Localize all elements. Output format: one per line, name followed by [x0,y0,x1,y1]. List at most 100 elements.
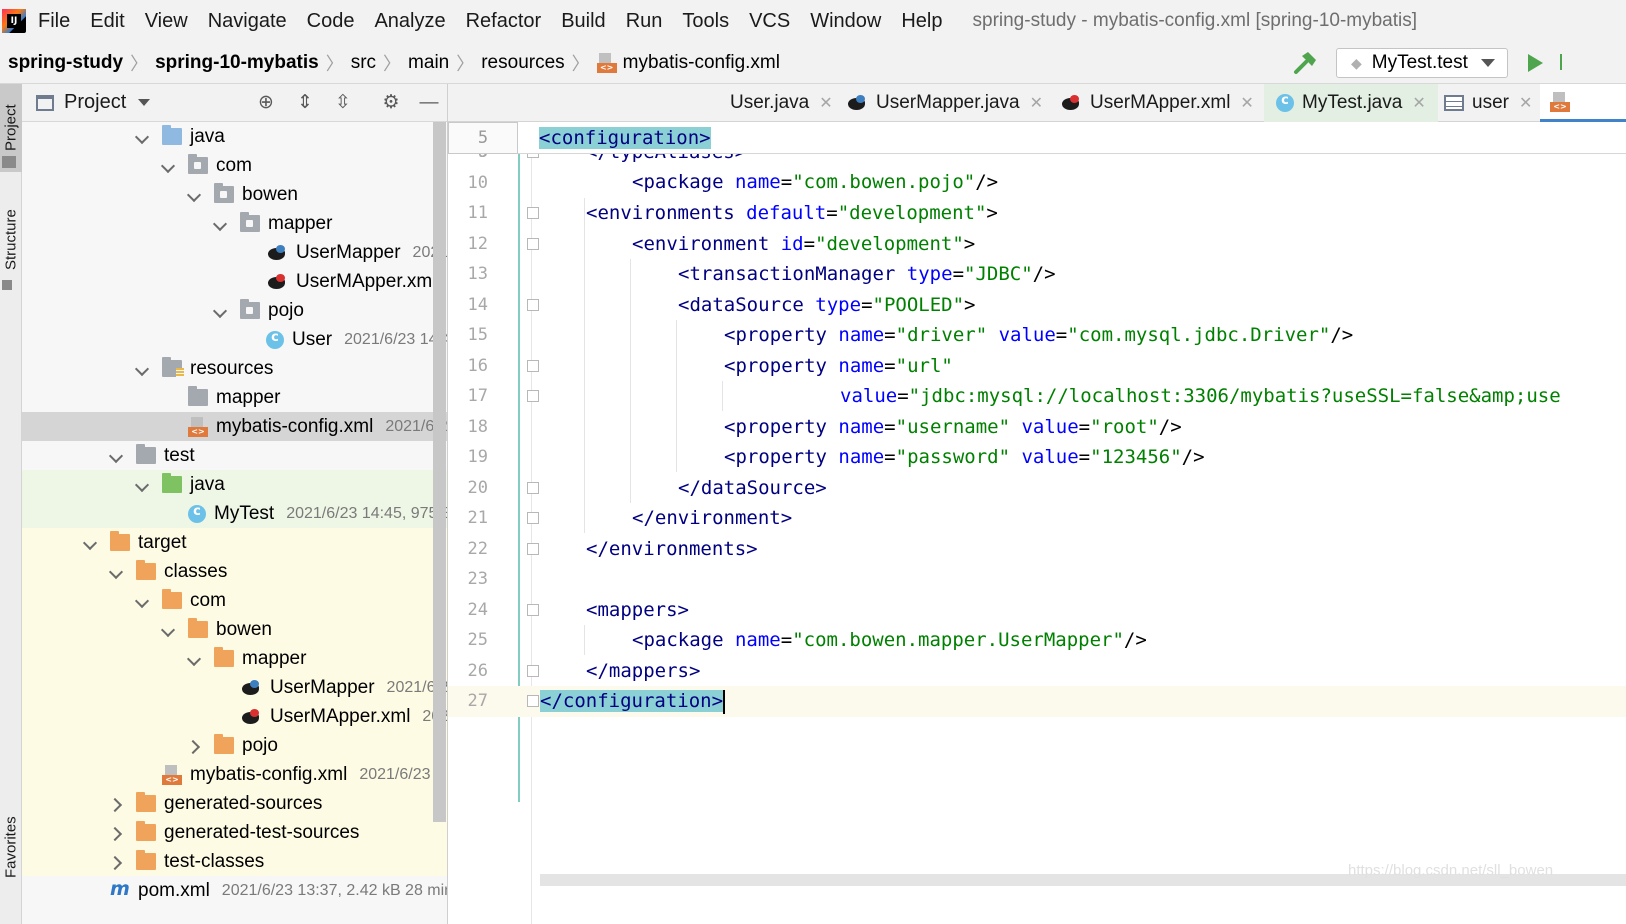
locate-target-icon[interactable]: ⊕ [256,93,276,113]
menu-help[interactable]: Help [901,10,942,33]
breadcrumb-item-module[interactable]: spring-10-mybatis [155,52,319,74]
tab-user-table[interactable]: user ✕ [1444,84,1532,122]
tree-node-classes-com[interactable]: com [22,586,447,615]
menu-edit[interactable]: Edit [90,10,124,33]
menu-code[interactable]: Code [307,10,355,33]
breadcrumb-item-file[interactable]: mybatis-config.xml [623,52,780,74]
tree-node-classes-pojo[interactable]: pojo [22,731,447,760]
chevron-right-icon[interactable] [110,797,124,811]
chevron-right-icon[interactable] [110,855,124,869]
chevron-down-icon[interactable] [136,478,150,492]
menu-refactor[interactable]: Refactor [466,10,542,33]
fold-marker-icon[interactable] [527,603,539,616]
menu-view[interactable]: View [145,10,188,33]
fold-marker-icon[interactable] [527,207,539,219]
code-line[interactable]: 25 <package name="com.bowen.mapper.UserMa… [448,625,1626,656]
tree-node-test[interactable]: test [22,441,447,470]
chevron-down-icon[interactable] [84,536,98,550]
menu-file[interactable]: File [38,10,70,33]
fold-marker-icon[interactable] [527,664,539,677]
menu-tools[interactable]: Tools [682,10,729,33]
menu-navigate[interactable]: Navigate [208,10,287,33]
code-line[interactable]: 16 <property name="url" [448,351,1626,382]
chevron-down-icon[interactable] [136,130,150,144]
code-line[interactable]: 24 <mappers> [448,595,1626,626]
code-line[interactable]: 18 <property name="username" value="root"… [448,412,1626,443]
sticky-breadcrumb-header[interactable]: 5 <configuration> [448,122,1626,154]
close-icon[interactable]: ✕ [1030,93,1043,113]
code-line[interactable]: 12 <environment id="development"> [448,229,1626,260]
code-line[interactable]: 15 <property name="driver" value="com.mys… [448,320,1626,351]
fold-marker-icon[interactable] [527,237,539,250]
tree-node-classes-mybatis-config[interactable]: mybatis-config.xml 2021/6/23 1 [22,760,447,789]
tab-user-java[interactable]: User.java ✕ [730,84,833,122]
menu-build[interactable]: Build [561,10,605,33]
gear-icon[interactable]: ⚙ [381,93,401,113]
tree-node-mapper[interactable]: mapper [22,209,447,238]
code-line[interactable]: 19 <property name="password" value="12345… [448,442,1626,473]
close-icon[interactable]: ✕ [819,93,832,113]
breadcrumb-item-src[interactable]: src [351,52,376,74]
code-line[interactable]: 23 [448,564,1626,595]
chevron-down-icon[interactable] [110,565,124,579]
project-panel-title[interactable]: Project [64,91,126,114]
code-line[interactable]: 17 value="jdbc:mysql://localhost:3306/myb… [448,381,1626,412]
tree-node-classes-mapper[interactable]: mapper [22,644,447,673]
tree-node-classes-bowen[interactable]: bowen [22,615,447,644]
tool-tab-structure[interactable]: Structure [0,192,22,287]
close-icon[interactable]: ✕ [1240,93,1253,113]
fold-marker-icon[interactable] [527,359,539,372]
fold-marker-icon[interactable] [527,542,539,555]
tree-node-classes[interactable]: classes [22,557,447,586]
breadcrumb-item-resources[interactable]: resources [481,52,564,74]
code-area[interactable]: 8 <package name="com.bowen.pojo"/> 9</ty… [448,122,1626,882]
tree-node-mybatis-config[interactable]: mybatis-config.xml2021/6/2 [22,412,447,441]
chevron-down-icon[interactable] [188,188,202,202]
close-icon[interactable]: ✕ [1519,93,1532,113]
code-line[interactable]: 10 [448,168,1626,199]
tab-usermapper-java[interactable]: UserMapper.java ✕ [846,84,1043,122]
code-line[interactable]: 22 </environments> [448,534,1626,565]
chevron-down-icon[interactable] [188,652,202,666]
tree-node-user[interactable]: User2021/6/23 14:4 [22,325,447,354]
run-configuration-selector[interactable]: ◆ MyTest.test [1336,48,1508,78]
tree-node-generated-test-sources[interactable]: generated-test-sources [22,818,447,847]
chevron-down-icon[interactable] [162,623,176,637]
tree-node-usermapper-xml[interactable]: UserMApper.xml2 [22,267,447,296]
tree-node-test-java[interactable]: java [22,470,447,499]
fold-marker-icon[interactable] [527,512,539,524]
tab-mybatis-config-xml[interactable] [1540,84,1626,122]
tree-node-generated-sources[interactable]: generated-sources [22,789,447,818]
menu-analyze[interactable]: Analyze [374,10,445,33]
tree-node-resources-mapper[interactable]: mapper [22,383,447,412]
menu-window[interactable]: Window [810,10,881,33]
tree-node-com[interactable]: com [22,151,447,180]
menu-vcs[interactable]: VCS [749,10,790,33]
debug-icon[interactable] [1560,54,1566,70]
code-line[interactable]: 26 </mappers> [448,656,1626,687]
code-line-current[interactable]: 27 </configuration> [448,686,1626,717]
chevron-down-icon[interactable] [136,362,150,376]
run-play-icon[interactable] [1528,54,1543,72]
chevron-down-icon[interactable] [138,99,151,106]
tree-node-classes-usermapper-xml[interactable]: UserMApper.xml2021 [22,702,447,731]
chevron-down-icon[interactable] [110,449,124,463]
fold-marker-icon[interactable] [527,481,539,494]
code-line[interactable]: 13 <transactionManager type="JDBC"/> [448,259,1626,290]
tree-node-pom[interactable]: pom.xml 2021/6/23 13:37, 2.42 kB 28 min [22,876,447,905]
tree-node-target[interactable]: target [22,528,447,557]
build-hammer-icon[interactable] [1292,50,1318,76]
chevron-right-icon[interactable] [188,739,202,753]
hide-panel-icon[interactable]: — [419,93,439,113]
fold-marker-icon[interactable] [527,390,539,402]
code-line[interactable]: 20 </dataSource> [448,473,1626,504]
tree-node-usermapper[interactable]: UserMapper2021/ [22,238,447,267]
fold-marker-icon[interactable] [527,298,539,311]
code-line[interactable]: 14 <dataSource type="POOLED"> [448,290,1626,321]
chevron-down-icon[interactable] [136,594,150,608]
tree-node-java[interactable]: java [22,122,447,151]
breadcrumb-item-project[interactable]: spring-study [8,52,123,74]
tree-node-pojo[interactable]: pojo [22,296,447,325]
tab-mytest-java[interactable]: MyTest.java ✕ [1264,84,1438,122]
chevron-down-icon[interactable] [214,304,228,318]
